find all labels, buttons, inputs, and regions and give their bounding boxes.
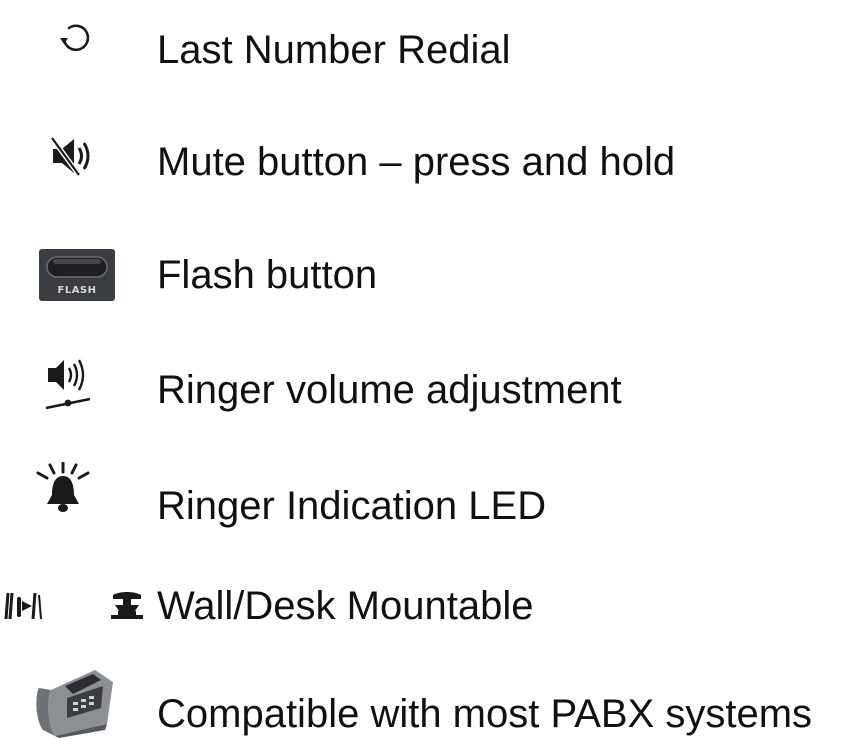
feature-row-redial: Last Number Redial — [0, 8, 862, 88]
feature-label: Ringer volume adjustment — [157, 368, 622, 412]
feature-label: Compatible with most PABX systems — [157, 692, 813, 736]
feature-label: Mute button – press and hold — [157, 140, 676, 184]
wall-mount-icon — [4, 589, 48, 623]
redial-icon — [58, 23, 92, 57]
feature-row-mute: Mute button – press and hold — [0, 118, 862, 198]
feature-row-ringer-volume: Ringer volume adjustment — [0, 342, 862, 422]
feature-label: Wall/Desk Mountable — [157, 584, 534, 628]
feature-row-ringer-led: Ringer Indication LED — [0, 460, 862, 540]
feature-row-wall-desk: Wall/Desk Mountable — [0, 568, 862, 648]
feature-list: Last Number Redial Mute button – press a… — [0, 0, 862, 749]
feature-row-flash: FLASH Flash button — [0, 230, 862, 310]
desk-phone-icon — [33, 660, 115, 738]
feature-label: Last Number Redial — [157, 28, 511, 72]
mute-icon — [49, 134, 97, 178]
ringer-volume-icon — [42, 354, 98, 414]
feature-row-pabx: Compatible with most PABX systems — [0, 660, 862, 740]
flash-button-icon: FLASH — [39, 249, 115, 301]
desk-mount-icon — [108, 589, 146, 623]
ringer-led-bell-icon — [33, 462, 95, 522]
flash-button-text: FLASH — [57, 285, 97, 296]
feature-label: Ringer Indication LED — [157, 484, 547, 528]
feature-label: Flash button — [157, 253, 378, 297]
